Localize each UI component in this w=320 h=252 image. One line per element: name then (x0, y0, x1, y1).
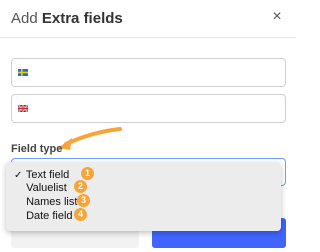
field-type-option-valuelist[interactable]: Valuelist (14, 181, 67, 195)
english-name-input[interactable] (11, 94, 286, 123)
swedish-name-input[interactable] (11, 58, 286, 87)
uk-flag-icon (18, 105, 28, 112)
close-icon[interactable]: × (268, 8, 286, 26)
field-type-dropdown: ✓ Text field Valuelist Names list Date f… (6, 162, 281, 231)
option-label: Names list (26, 196, 78, 208)
field-type-option-names-list[interactable]: Names list (14, 195, 77, 209)
field-type-option-date-field[interactable]: Date field (14, 209, 73, 223)
dialog-title-prefix: Add (11, 10, 38, 27)
step-badge: 1 (81, 167, 94, 180)
step-badge: 2 (74, 180, 87, 193)
dialog-title-strong: Extra fields (41, 10, 123, 27)
extra-fields-dialog: Add Extra fields × Field type ✓ Text fie… (0, 0, 296, 252)
dialog-title: Add Extra fields (11, 10, 123, 27)
annotation-arrow-icon (58, 127, 122, 150)
dialog-header: Add Extra fields × (0, 0, 296, 38)
step-badge: 4 (74, 208, 87, 221)
sweden-flag-icon (18, 69, 28, 76)
option-label: Valuelist (26, 182, 67, 194)
option-label: Text field (25, 169, 70, 181)
field-type-option-text-field[interactable]: ✓ Text field (14, 168, 69, 182)
option-label: Date field (26, 210, 73, 222)
field-type-label: Field type (11, 143, 63, 155)
step-badge: 3 (77, 194, 90, 207)
